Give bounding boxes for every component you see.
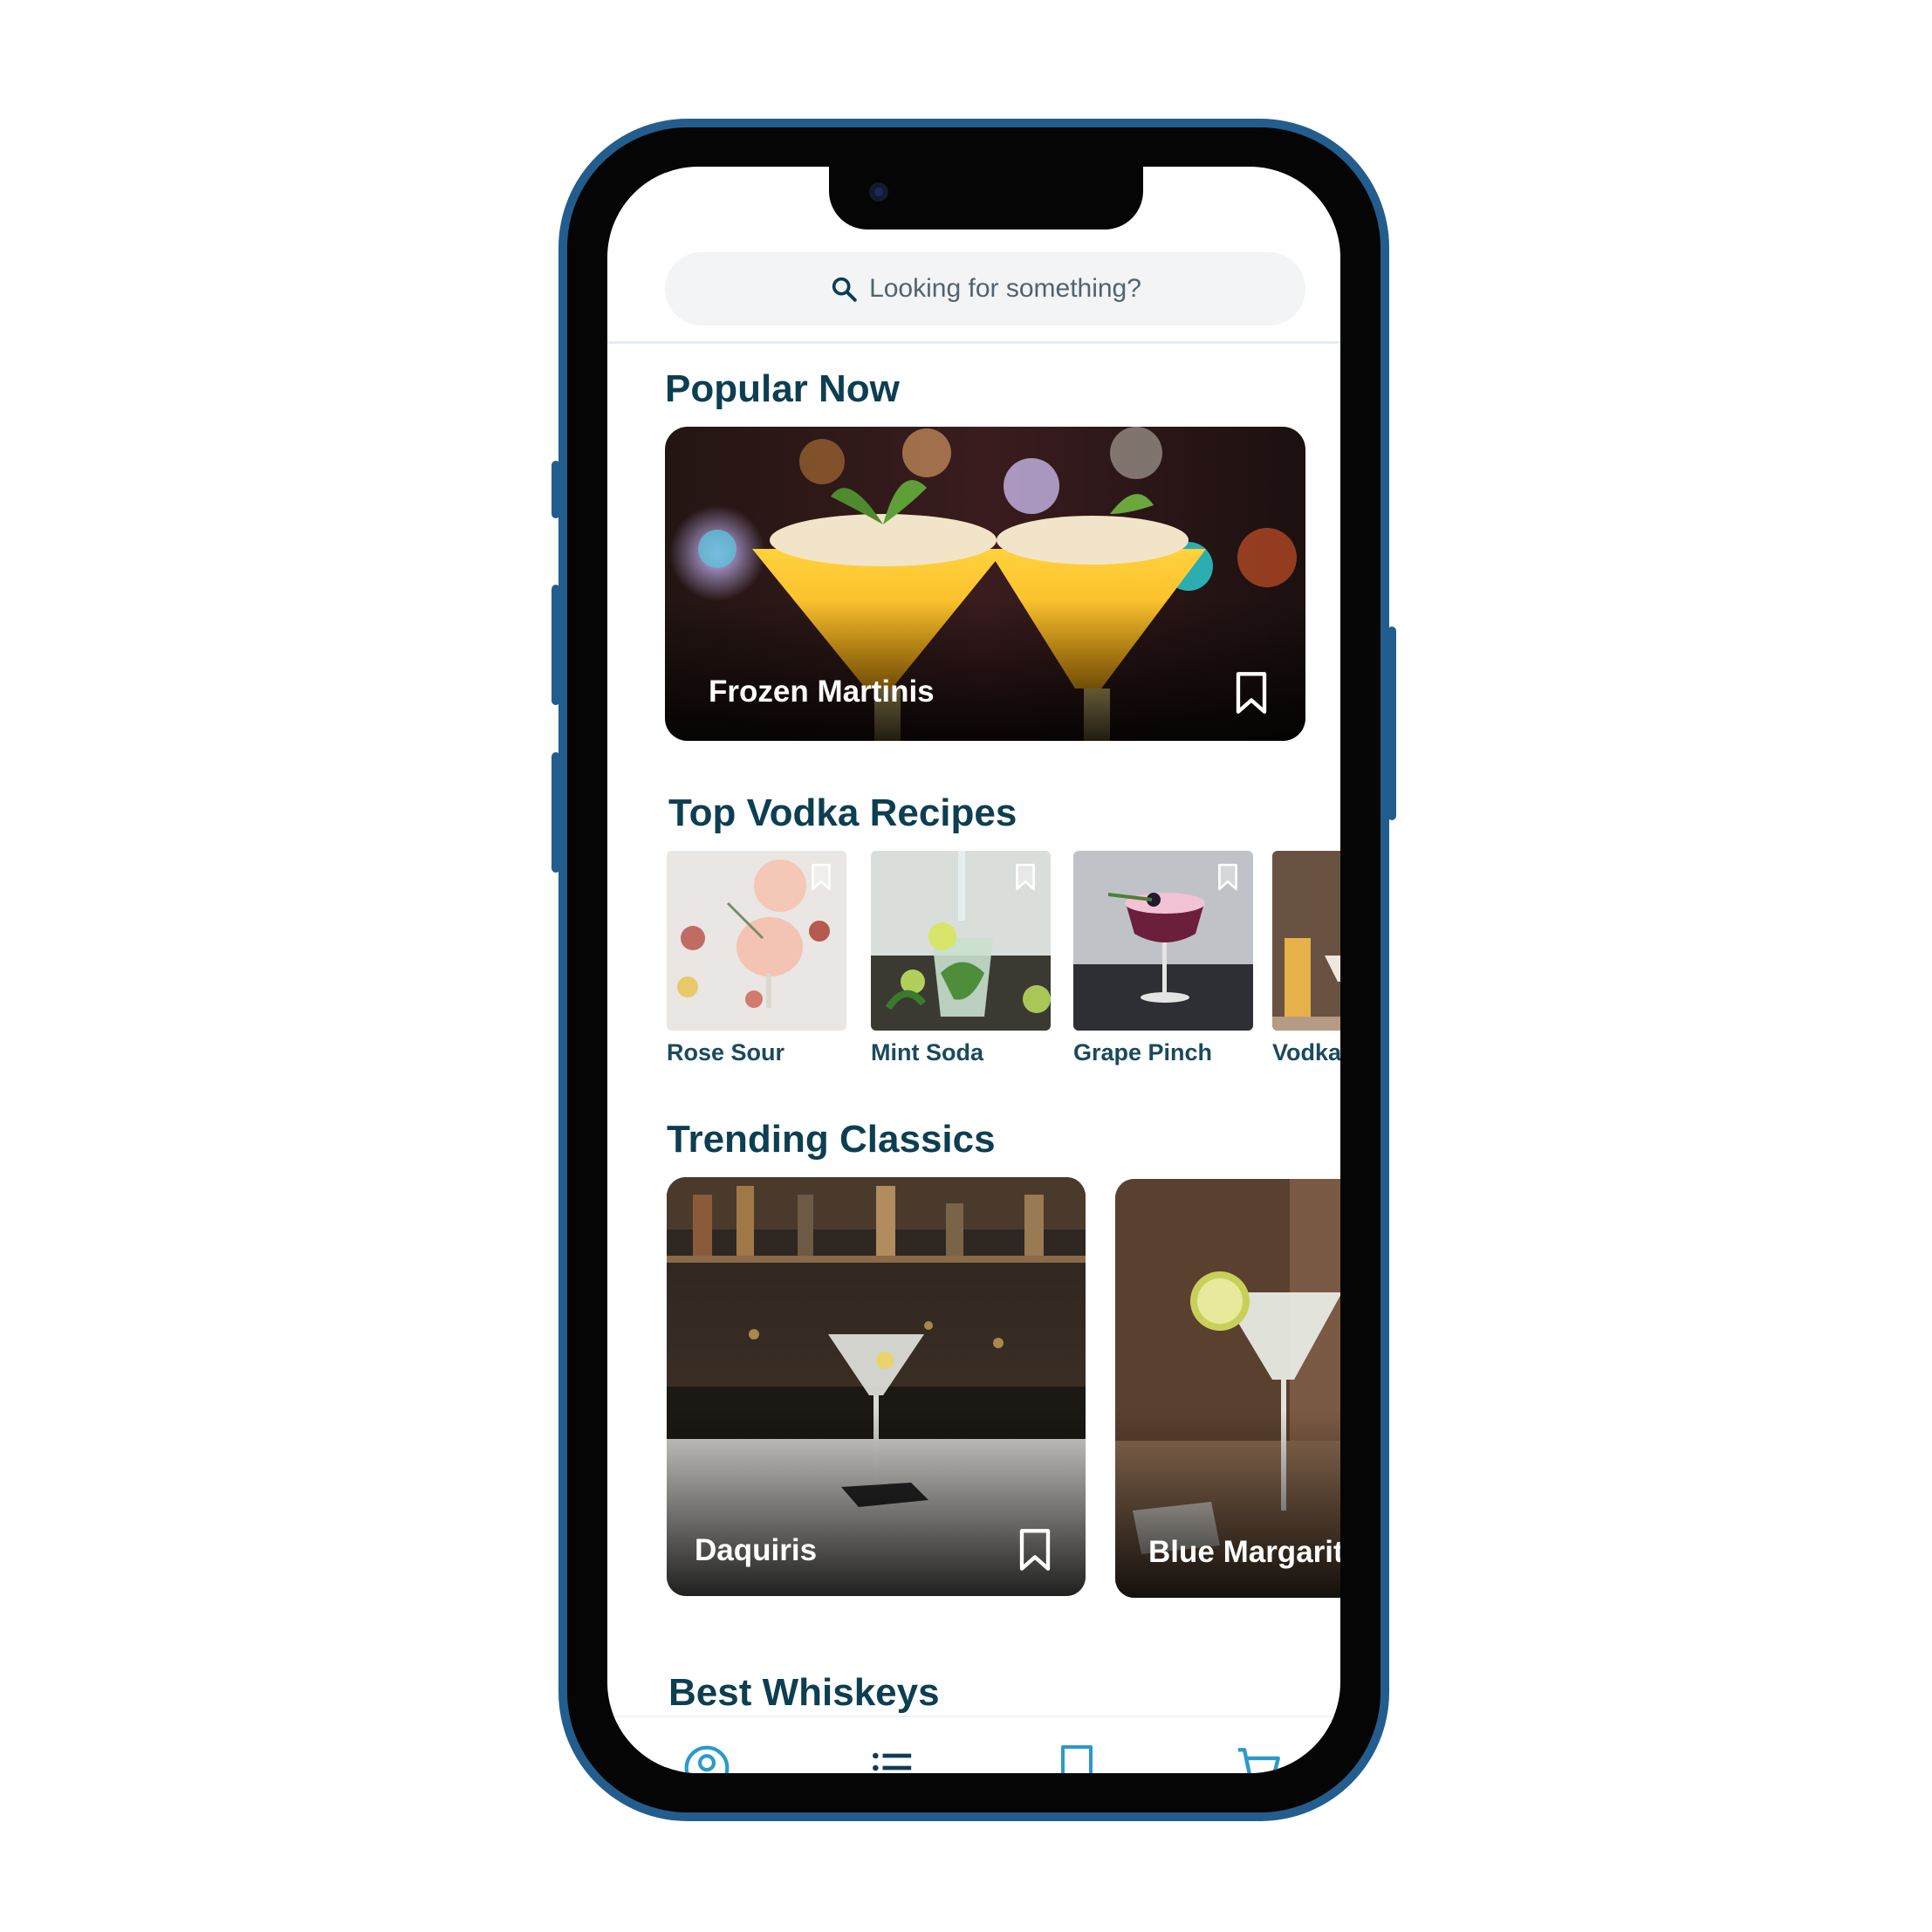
- bookmark-icon[interactable]: [1017, 1528, 1052, 1572]
- recipe-label: Vodka T: [1272, 1039, 1340, 1065]
- recipe-card-grape-pinch[interactable]: [1073, 851, 1253, 1031]
- profile-icon[interactable]: [682, 1744, 731, 1773]
- bookmark-icon[interactable]: [1216, 863, 1239, 891]
- section-title-popular: Popular Now: [665, 367, 900, 410]
- card-gradient: [665, 599, 1305, 741]
- card-title: Blue Margarita: [1148, 1535, 1340, 1569]
- volume-down-button: [552, 752, 560, 873]
- header-divider: [607, 341, 1340, 344]
- classic-card-daquiris[interactable]: Daquiris: [667, 1177, 1086, 1596]
- classic-card-blue-margarita[interactable]: Blue Margarita: [1115, 1179, 1340, 1598]
- card-title: Daquiris: [695, 1533, 818, 1567]
- bookmark-icon[interactable]: [810, 863, 832, 891]
- app-screen: Looking for something? Popular Now Froze…: [607, 167, 1340, 1773]
- action-button: [552, 461, 560, 518]
- recipe-card-vodka-t[interactable]: [1272, 851, 1340, 1031]
- section-title-classics: Trending Classics: [667, 1118, 996, 1161]
- bookmark-icon[interactable]: [1014, 863, 1037, 891]
- phone-frame: Looking for something? Popular Now Froze…: [552, 119, 1396, 1821]
- section-title-whiskeys: Best Whiskeys: [668, 1671, 940, 1714]
- bookmark-icon[interactable]: [1234, 671, 1269, 715]
- power-button: [1387, 627, 1396, 820]
- list-icon[interactable]: [867, 1744, 916, 1773]
- search-icon: [832, 277, 857, 302]
- search-placeholder: Looking for something?: [869, 274, 1141, 303]
- recipe-label: Grape Pinch: [1073, 1039, 1213, 1065]
- recipe-label: Mint Soda: [871, 1039, 983, 1065]
- bookmark-icon[interactable]: [1056, 1744, 1098, 1773]
- search-bar[interactable]: Looking for something?: [665, 252, 1305, 325]
- bottom-navigation: [607, 1716, 1340, 1773]
- cart-icon[interactable]: [1234, 1744, 1285, 1773]
- recipe-card-rose-sour[interactable]: [667, 851, 846, 1031]
- front-camera: [869, 182, 888, 202]
- vodka-t-photo: [1272, 851, 1340, 1031]
- featured-card-frozen-martinis[interactable]: Frozen Martinis: [665, 427, 1305, 741]
- recipe-label: Rose Sour: [667, 1039, 785, 1065]
- section-title-vodka: Top Vodka Recipes: [668, 791, 1017, 834]
- notch: [829, 167, 1143, 230]
- card-title: Frozen Martinis: [709, 675, 935, 709]
- volume-up-button: [552, 585, 560, 705]
- recipe-card-mint-soda[interactable]: [871, 851, 1051, 1031]
- phone-bezel: Looking for something? Popular Now Froze…: [567, 127, 1380, 1812]
